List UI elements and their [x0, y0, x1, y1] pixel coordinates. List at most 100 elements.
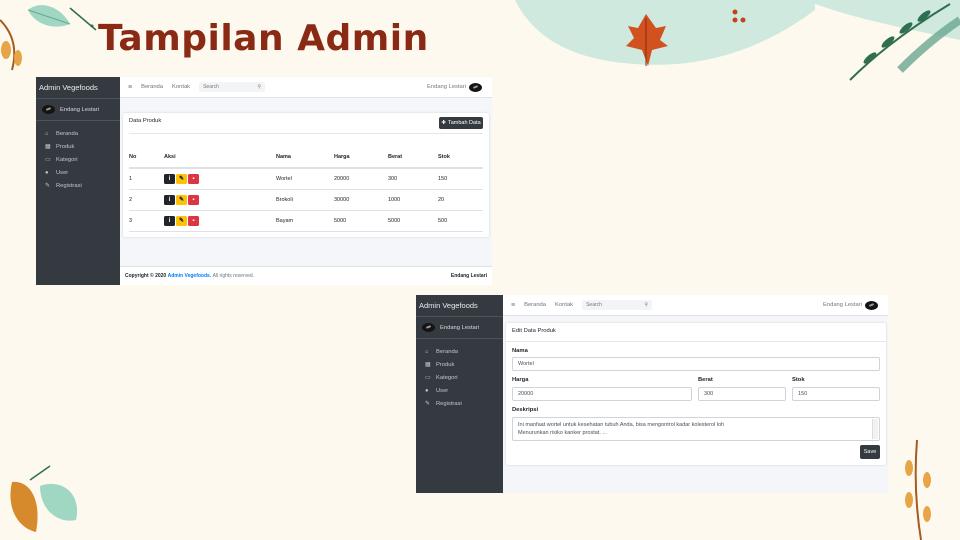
detail-button[interactable]: [164, 216, 175, 226]
cell-harga: 30000: [334, 189, 388, 211]
cell-nama: Wortel: [276, 168, 334, 190]
detail-button[interactable]: [164, 174, 175, 184]
topbar-user[interactable]: Endang Lestari: [427, 82, 482, 92]
edit-button[interactable]: [176, 195, 187, 205]
sidebar-brand[interactable]: Admin Vegefoods: [416, 295, 503, 317]
berat-input[interactable]: 300: [698, 387, 786, 401]
cell-berat: 1000: [388, 189, 438, 211]
cell-stok: 20: [438, 189, 483, 211]
footer-rights: All rights reserved.: [212, 273, 255, 279]
sidebar-item-produk[interactable]: ▦ Produk: [36, 140, 120, 153]
topbar-link-beranda[interactable]: Beranda: [141, 84, 163, 90]
stok-label: Stok: [792, 377, 805, 383]
berat-label: Berat: [698, 377, 713, 383]
column-header-berat: Berat: [388, 147, 438, 169]
cell-no: 3: [129, 210, 164, 232]
sidebar: Admin Vegefoods Endang Lestari ⌂ Beranda …: [36, 77, 120, 285]
sidebar-item-registrasi[interactable]: ✎ Registrasi: [36, 179, 120, 192]
column-header-nama: Nama: [276, 147, 334, 169]
home-icon: ⌂: [45, 130, 49, 137]
delete-button[interactable]: [188, 216, 199, 226]
add-data-label: Tambah Data: [447, 120, 481, 126]
edit-icon: ✎: [45, 182, 50, 189]
footer-brand-link[interactable]: Admin Vegefoods.: [168, 273, 212, 279]
delete-button[interactable]: [188, 195, 199, 205]
cell-nama: Brokoli: [276, 189, 334, 211]
topbar-avatar: [469, 82, 482, 92]
search-input[interactable]: Search ⚲: [199, 82, 266, 92]
user-icon: ●: [45, 169, 49, 176]
search-icon[interactable]: ⚲: [257, 84, 261, 90]
topbar-link-kontak[interactable]: Kontak: [172, 84, 190, 90]
sidebar-item-label: Produk: [56, 143, 75, 150]
sidebar-user-panel[interactable]: Endang Lestari: [416, 317, 503, 339]
nama-input[interactable]: Wortel: [512, 357, 880, 371]
harga-input[interactable]: 20000: [512, 387, 692, 401]
add-data-button[interactable]: ✚ Tambah Data: [439, 117, 483, 129]
sidebar-item-label: Kategori: [56, 156, 78, 163]
search-icon[interactable]: ⚲: [644, 302, 648, 308]
top-left-leaves-decoration: [0, 5, 97, 71]
bottom-left-leaves-decoration: [10, 465, 78, 532]
sidebar-brand[interactable]: Admin Vegefoods: [36, 77, 120, 99]
produk-table-wrap: No Aksi Nama Harga Berat Stok 1 Wortel 2…: [129, 147, 483, 232]
produk-table: No Aksi Nama Harga Berat Stok 1 Wortel 2…: [129, 147, 483, 232]
search-placeholder: Search: [586, 302, 602, 308]
cell-actions: [164, 210, 276, 232]
sidebar-item-kategori[interactable]: ▭ Kategori: [36, 153, 120, 166]
user-icon: ●: [425, 387, 429, 394]
calendar-icon: ▦: [45, 143, 51, 150]
sidebar-user-name: Endang Lestari: [60, 106, 99, 113]
sidebar-item-beranda[interactable]: ⌂ Beranda: [416, 345, 503, 358]
edit-button[interactable]: [176, 216, 187, 226]
sidebar-user-panel[interactable]: Endang Lestari: [36, 99, 120, 121]
sidebar-item-produk[interactable]: ▦ Produk: [416, 358, 503, 371]
sidebar-item-label: Registrasi: [436, 400, 462, 407]
cell-no: 2: [129, 189, 164, 211]
edit-produk-card: Edit Data Produk Nama Wortel Harga 20000…: [506, 323, 886, 465]
sidebar: Admin Vegefoods Endang Lestari ⌂ Beranda …: [416, 295, 503, 493]
topbar-link-kontak[interactable]: Kontak: [555, 302, 573, 308]
sidebar-item-user[interactable]: ● User: [36, 166, 120, 179]
deskripsi-label: Deskripsi: [512, 407, 539, 413]
menu-toggle-icon[interactable]: ≡: [511, 302, 515, 309]
menu-toggle-icon[interactable]: ≡: [128, 84, 132, 91]
cell-berat: 300: [388, 168, 438, 190]
column-header-stok: Stok: [438, 147, 483, 169]
detail-button[interactable]: [164, 195, 175, 205]
cell-stok: 150: [438, 168, 483, 190]
save-button[interactable]: Save: [860, 445, 880, 459]
sidebar-user-name: Endang Lestari: [440, 324, 479, 331]
red-leaf-decoration: [626, 14, 668, 66]
bottom-right-branch-decoration: [905, 440, 931, 540]
topbar-avatar: [865, 300, 878, 310]
topbar-link-beranda[interactable]: Beranda: [524, 302, 546, 308]
topbar-user[interactable]: Endang Lestari: [823, 300, 878, 310]
home-icon: ⌂: [425, 348, 429, 355]
topbar: ≡ Beranda Kontak Search ⚲ Endang Lestari: [120, 77, 492, 98]
textarea-scrollbar[interactable]: [872, 419, 878, 439]
sidebar-item-beranda[interactable]: ⌂ Beranda: [36, 127, 120, 140]
sidebar-item-registrasi[interactable]: ✎ Registrasi: [416, 397, 503, 410]
delete-button[interactable]: [188, 174, 199, 184]
cell-actions: [164, 168, 276, 190]
sidebar-item-user[interactable]: ● User: [416, 384, 503, 397]
search-input[interactable]: Search ⚲: [582, 300, 653, 310]
sidebar-item-kategori[interactable]: ▭ Kategori: [416, 371, 503, 384]
image-icon: ▭: [45, 156, 51, 163]
data-produk-card: Data Produk ✚ Tambah Data No Aksi Nama Ha…: [123, 113, 489, 237]
cell-stok: 500: [438, 210, 483, 232]
plus-icon: ✚: [441, 120, 446, 126]
fern-decoration: [849, 3, 960, 81]
card-title: Data Produk: [129, 118, 162, 124]
sidebar-item-label: Beranda: [56, 130, 78, 137]
sidebar-nav: ⌂ Beranda ▦ Produk ▭ Kategori ● User ✎ Regist…: [416, 345, 503, 410]
sidebar-item-label: User: [436, 387, 449, 394]
edit-icon: ✎: [425, 400, 430, 407]
table-row: 3 Bayam 5000 5000 500: [129, 210, 483, 232]
stok-input[interactable]: 150: [792, 387, 880, 401]
user-avatar: [422, 323, 435, 332]
deskripsi-textarea[interactable]: Ini manfaat wortel untuk kesehatan tubuh…: [512, 417, 880, 441]
edit-button[interactable]: [176, 174, 187, 184]
deskripsi-line: Menurunkan risiko kanker prostat. ...: [518, 429, 607, 436]
